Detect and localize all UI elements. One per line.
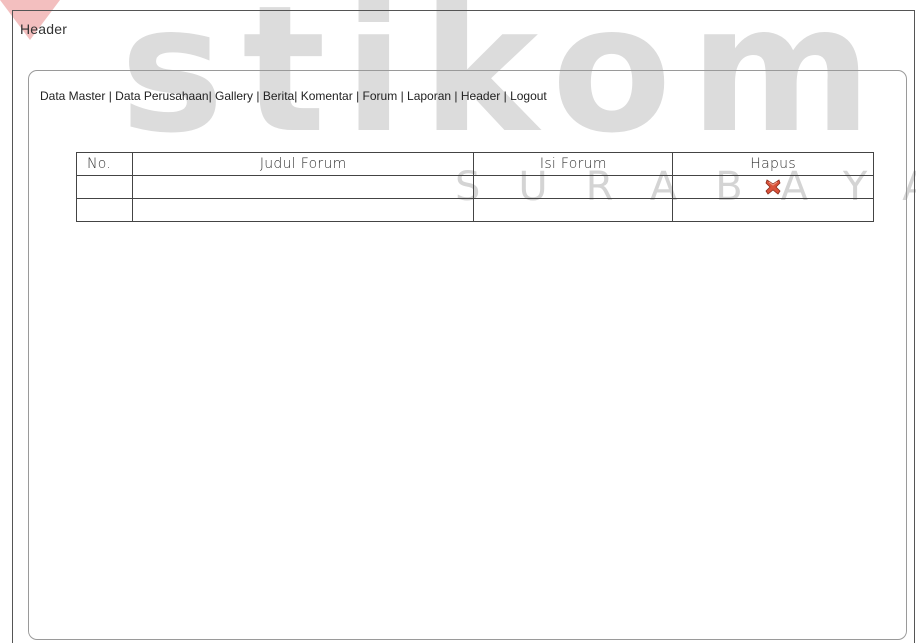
- column-header-no: No.: [76, 152, 133, 176]
- nav-item-header[interactable]: Header: [461, 89, 500, 103]
- nav-separator: |: [294, 89, 298, 103]
- nav-separator: |: [454, 89, 458, 103]
- nav-item-laporan[interactable]: Laporan: [407, 89, 451, 103]
- cell-hapus: [672, 198, 874, 222]
- nav-item-logout[interactable]: Logout: [510, 89, 547, 103]
- nav-menu: Data Master | Data Perusahaan| Gallery |…: [40, 89, 547, 103]
- table-row: [76, 198, 874, 222]
- cell-no: [76, 198, 133, 222]
- cell-judul-forum: [131, 198, 475, 222]
- nav-separator: |: [356, 89, 360, 103]
- delete-x-icon[interactable]: [764, 178, 782, 196]
- cell-isi-forum: [473, 175, 674, 199]
- nav-item-gallery[interactable]: Gallery: [215, 89, 253, 103]
- nav-separator: |: [208, 89, 212, 103]
- nav-separator: |: [256, 89, 260, 103]
- table-row: [76, 175, 874, 199]
- header-title: Header: [20, 21, 68, 37]
- forum-table: No. Judul Forum Isi Forum Hapus: [76, 152, 874, 222]
- nav-item-data-master[interactable]: Data Master: [40, 89, 105, 103]
- nav-item-data-perusahaan[interactable]: Data Perusahaan: [115, 89, 208, 103]
- column-header-hapus: Hapus: [672, 152, 874, 176]
- nav-item-forum[interactable]: Forum: [363, 89, 398, 103]
- column-header-judul-forum: Judul Forum: [131, 152, 475, 176]
- nav-separator: |: [503, 89, 507, 103]
- table-header-row: No. Judul Forum Isi Forum Hapus: [76, 152, 874, 176]
- cell-isi-forum: [473, 198, 674, 222]
- cell-hapus: [672, 175, 874, 199]
- nav-separator: |: [108, 89, 112, 103]
- nav-item-berita[interactable]: Berita: [263, 89, 294, 103]
- cell-judul-forum: [131, 175, 475, 199]
- column-header-isi-forum: Isi Forum: [473, 152, 674, 176]
- cell-no: [76, 175, 133, 199]
- nav-separator: |: [400, 89, 404, 103]
- nav-item-komentar[interactable]: Komentar: [301, 89, 353, 103]
